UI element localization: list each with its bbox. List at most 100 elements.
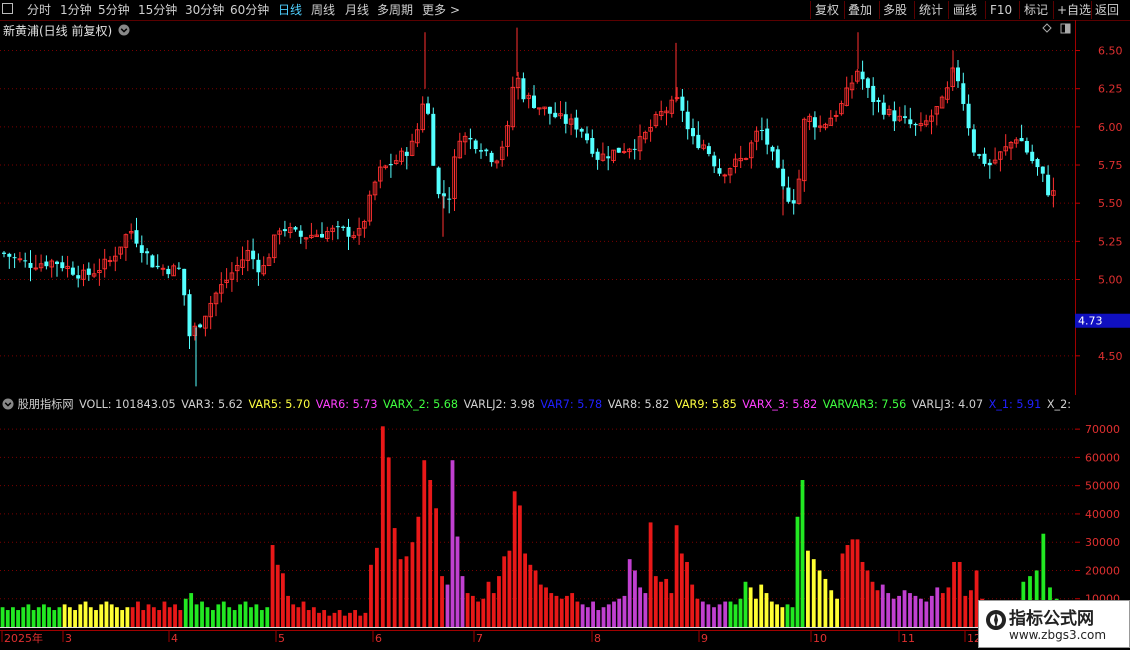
volume-bar xyxy=(795,516,800,627)
current-price-label: 4.73 xyxy=(1078,315,1103,328)
volume-bar xyxy=(800,480,805,627)
volume-bar xyxy=(296,607,301,627)
candle xyxy=(595,148,600,170)
candle xyxy=(277,227,282,245)
candle xyxy=(558,100,563,119)
volume-bar xyxy=(754,598,758,627)
candle xyxy=(303,236,309,250)
candle xyxy=(521,72,526,103)
candle xyxy=(134,217,139,248)
volume-bar xyxy=(73,610,77,627)
candle xyxy=(76,265,81,288)
candle xyxy=(160,264,166,276)
candle xyxy=(203,315,208,337)
volume-bar xyxy=(775,604,779,627)
candle xyxy=(590,129,595,158)
candle xyxy=(123,233,129,261)
volume-bar xyxy=(669,593,674,627)
volume-bar xyxy=(386,457,391,627)
volume-bar xyxy=(422,460,427,627)
volume-bar xyxy=(528,564,533,627)
candle xyxy=(145,248,150,265)
volume-bar xyxy=(700,601,705,627)
candle xyxy=(849,75,855,99)
candle xyxy=(743,157,749,161)
volume-bar xyxy=(617,598,622,627)
volume-bar xyxy=(36,607,41,627)
volume-bar xyxy=(935,587,940,627)
volume-bar xyxy=(902,590,907,627)
volume-bar xyxy=(806,550,810,627)
candle xyxy=(616,147,621,154)
candlestick-chart[interactable]: 6.50 6.25 6.00 5.75 5.50 5.25 5.00 4.50 4.73 xyxy=(0,0,1130,395)
candle xyxy=(1008,141,1014,161)
volume-tick-label: 60000 xyxy=(1085,451,1120,464)
candle xyxy=(627,147,632,159)
candle xyxy=(691,118,695,145)
volume-tick-label: 30000 xyxy=(1085,536,1120,549)
volume-bar xyxy=(690,584,695,627)
volume-bar xyxy=(512,491,517,627)
candle xyxy=(245,240,251,272)
volume-bar xyxy=(221,601,226,627)
volume-bar xyxy=(865,570,870,627)
volume-bar xyxy=(633,570,637,627)
volume-bar xyxy=(52,610,57,627)
volume-bar xyxy=(622,595,627,627)
candle xyxy=(526,92,531,109)
volume-bar xyxy=(929,595,934,627)
candle xyxy=(749,140,754,169)
candle xyxy=(685,100,690,140)
candle xyxy=(653,111,659,129)
volume-bar xyxy=(570,593,575,627)
candle xyxy=(844,76,849,107)
candle xyxy=(897,106,902,123)
price-tick-label: 4.50 xyxy=(1098,350,1123,363)
candle xyxy=(648,119,653,142)
volume-bar xyxy=(47,607,51,627)
candle xyxy=(346,218,351,251)
volume-bar xyxy=(728,601,733,627)
candle xyxy=(484,148,489,157)
candle xyxy=(102,248,107,278)
volume-bar xyxy=(109,604,114,627)
candle xyxy=(330,225,335,241)
candle xyxy=(855,68,860,84)
volume-bar xyxy=(780,607,785,627)
time-axis-label: 2025年 xyxy=(4,631,43,645)
price-tick-label: 5.00 xyxy=(1098,274,1123,287)
watermark-url: www.zbgs3.com xyxy=(1009,628,1107,642)
candle xyxy=(70,261,75,276)
candle xyxy=(971,124,976,157)
time-axis-label: 8 xyxy=(594,632,601,645)
volume-chart[interactable]: 70000600005000040000300002000010000 2025… xyxy=(0,410,1130,650)
candle xyxy=(600,142,606,162)
candle xyxy=(489,150,494,167)
volume-bar xyxy=(21,607,26,627)
candle xyxy=(2,251,6,258)
volume-bar xyxy=(88,607,93,627)
chart-corner-icons[interactable] xyxy=(1042,23,1071,34)
time-axis-label: 4 xyxy=(171,632,178,645)
candle xyxy=(171,263,176,277)
candle xyxy=(33,254,39,271)
time-axis-label: 3 xyxy=(65,632,72,645)
volume-bar xyxy=(481,598,486,627)
candle xyxy=(468,128,473,150)
volume-bar xyxy=(829,590,834,627)
chevron-down-icon[interactable] xyxy=(2,398,14,410)
volume-bar xyxy=(653,576,658,627)
volume-bar xyxy=(840,553,845,627)
volume-bar xyxy=(897,595,901,627)
volume-bar xyxy=(434,508,439,627)
candle xyxy=(505,120,510,157)
candle xyxy=(712,151,717,174)
candle xyxy=(918,112,924,132)
candle xyxy=(860,60,865,90)
volume-bar xyxy=(733,604,738,627)
volume-bar xyxy=(957,561,962,627)
volume-bar xyxy=(146,604,151,627)
candle xyxy=(187,289,192,349)
candle xyxy=(1040,166,1045,183)
volume-bar xyxy=(738,598,743,627)
